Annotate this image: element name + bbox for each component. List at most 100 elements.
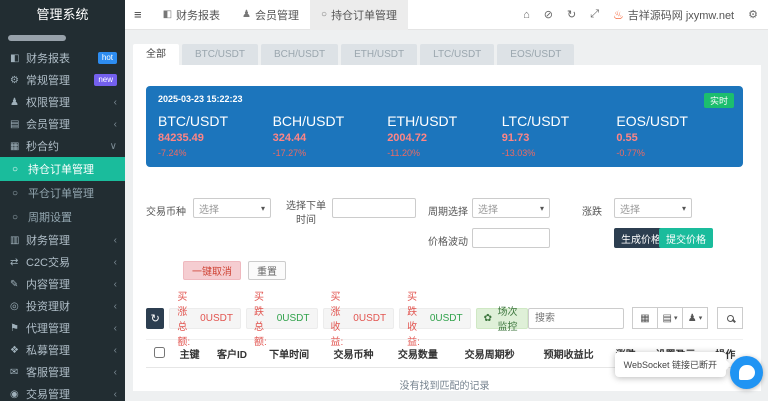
pair-name: BTC/USDT [158, 113, 273, 129]
grid-icon: ▦ [640, 313, 649, 324]
stat-value: 0USDT [277, 313, 310, 324]
stat-label: 买跌收益: [407, 288, 427, 348]
stat-value: 0USDT [200, 313, 233, 324]
sidebar-item-label: 投资理财 [26, 298, 114, 314]
new-badge: new [94, 74, 117, 86]
pair-name: LTC/USDT [502, 113, 617, 129]
tab-eth-usdt[interactable]: ETH/USDT [341, 44, 417, 65]
circle-icon: ○ [12, 188, 28, 199]
chat-bubble-icon [739, 365, 755, 380]
sidebar-item-content[interactable]: ✎ 内容管理 ‹ [0, 273, 125, 295]
hamburger-icon[interactable]: ≡ [134, 7, 142, 22]
money-icon: ▥ [10, 235, 26, 246]
sidebar-item-seconds-contract[interactable]: ▦ 秒合约 ∨ [0, 135, 125, 157]
refresh-icon[interactable]: ↻ [567, 8, 576, 21]
users-icon: ♟ [10, 97, 26, 108]
sidebar-item-trade-management[interactable]: ◉ 交易管理 ‹ [0, 383, 125, 401]
sidebar-item-label: 内容管理 [26, 276, 114, 292]
pair-price: 324.44 [273, 132, 388, 144]
tab-btc-usdt[interactable]: BTC/USDT [182, 44, 258, 65]
cycle-select[interactable]: 选择 ▾ [472, 198, 550, 218]
coin-select[interactable]: 选择 ▾ [193, 198, 271, 218]
top-navbar: ≡ ◧ 财务报表 ♟ 会员管理 ○ 持仓订单管理 ⌂ ⊘ ↻ ⤢ ♨ 吉祥源码网… [125, 0, 768, 30]
sidebar-item-agents[interactable]: ⚑ 代理管理 ‹ [0, 317, 125, 339]
order-time-input[interactable] [332, 198, 416, 218]
sidebar-item-investment[interactable]: ◎ 投资理财 ‹ [0, 295, 125, 317]
refresh-icon: ↻ [151, 312, 160, 325]
tab-bch-usdt[interactable]: BCH/USDT [261, 44, 338, 65]
submit-price-button[interactable]: 提交价格 [659, 228, 713, 248]
updown-filter-label: 涨跌 [582, 203, 602, 218]
session-monitor-button[interactable]: ✿ 场次监控 [476, 308, 528, 329]
diamond-icon: ❖ [10, 345, 26, 356]
live-badge: 实时 [704, 93, 734, 108]
stats-toolbar: ↻ 买涨总额: 0USDT 买跌总额: 0USDT 买涨收益: 0USDT [146, 307, 743, 329]
circle-icon: ○ [12, 212, 28, 223]
gear-icon[interactable]: ⚙ [748, 8, 758, 21]
tab-all[interactable]: 全部 [133, 44, 179, 65]
stat-label: 买涨收益: [331, 288, 351, 348]
search-input[interactable] [528, 308, 624, 329]
sidebar-item-open-orders[interactable]: ○ 持仓订单管理 [0, 157, 125, 181]
export-button[interactable]: ♟ ▾ [682, 307, 708, 329]
table-search-area: ▦ ▤ ▾ ♟ ▾ [528, 307, 743, 329]
caret-down-icon: ▾ [674, 314, 678, 322]
sidebar-item-closed-orders[interactable]: ○ 平仓订单管理 [0, 181, 125, 205]
flame-icon: ♨ [613, 8, 624, 22]
home-icon[interactable]: ⌂ [523, 9, 530, 21]
caret-down-icon: ▾ [540, 204, 544, 213]
caret-down-icon: ▾ [682, 204, 686, 213]
chevron-left-icon: ‹ [114, 257, 117, 268]
sidebar-item-permissions[interactable]: ♟ 权限管理 ‹ [0, 91, 125, 113]
caret-down-icon: ▾ [699, 314, 703, 322]
sidebar-item-private-equity[interactable]: ❖ 私募管理 ‹ [0, 339, 125, 361]
pair-price: 84235.49 [158, 132, 273, 144]
fullscreen-icon[interactable]: ⤢ [590, 8, 599, 21]
pair-name: ETH/USDT [387, 113, 502, 129]
cancel-all-button[interactable]: 一键取消 [183, 261, 241, 280]
cycle-select-value: 选择 [478, 201, 498, 216]
sidebar-item-general-settings[interactable]: ⚙ 常规管理 new [0, 69, 125, 91]
sidebar-item-finance[interactable]: ▥ 财务管理 ‹ [0, 229, 125, 251]
navtab-label: 会员管理 [255, 7, 299, 23]
brand-link[interactable]: ♨ 吉祥源码网 jxymw.net [613, 7, 734, 23]
navtab-label: 持仓订单管理 [331, 7, 397, 23]
grid-view-button[interactable]: ▦ [632, 307, 658, 329]
refresh-table-button[interactable]: ↻ [146, 308, 164, 329]
col-customer-id: 客户ID [207, 340, 257, 368]
sidebar-item-cycle-settings[interactable]: ○ 周期设置 [0, 205, 125, 229]
car-icon: ◧ [10, 53, 26, 64]
navbar-actions: ⌂ ⊘ ↻ ⤢ ♨ 吉祥源码网 jxymw.net ⚙ [523, 7, 758, 23]
updown-select[interactable]: 选择 ▾ [614, 198, 692, 218]
navtab-financial-report[interactable]: ◧ 财务报表 [152, 0, 231, 30]
navtab-members[interactable]: ♟ 会员管理 [231, 0, 310, 30]
sidebar-item-members[interactable]: ▤ 会员管理 ‹ [0, 113, 125, 135]
sidebar-item-c2c[interactable]: ⇄ C2C交易 ‹ [0, 251, 125, 273]
navtab-open-orders[interactable]: ○ 持仓订单管理 [310, 0, 408, 30]
columns-button[interactable]: ▤ ▾ [657, 307, 683, 329]
ticker-pair: BTC/USDT 84235.49 -7.24% [158, 113, 273, 158]
sidebar-item-financial-report[interactable]: ◧ 财务报表 hot [0, 47, 125, 69]
columns-icon: ▤ [663, 313, 672, 324]
pair-change: -13.03% [502, 148, 617, 158]
search-button[interactable] [717, 307, 743, 329]
select-all-checkbox[interactable] [154, 347, 165, 358]
tab-ltc-usdt[interactable]: LTC/USDT [420, 44, 494, 65]
fluctuation-input[interactable] [472, 228, 550, 248]
reset-button[interactable]: 重置 [248, 261, 286, 280]
monitor-button-label: 场次监控 [495, 303, 520, 333]
sidebar-item-customer-service[interactable]: ✉ 客服管理 ‹ [0, 361, 125, 383]
chevron-left-icon: ‹ [114, 345, 117, 356]
filter-form: 交易币种 选择 ▾ 选择下单时间 周期选择 选择 ▾ 涨跌 选择 [146, 198, 743, 250]
flag-icon: ⚑ [10, 323, 26, 334]
chat-widget-button[interactable] [730, 356, 763, 389]
sidebar-item-label: 会员管理 [26, 116, 114, 132]
circle-icon: ○ [12, 164, 28, 175]
chevron-left-icon: ‹ [114, 119, 117, 130]
chevron-left-icon: ‹ [114, 97, 117, 108]
seconds-contract-submenu: ○ 持仓订单管理 ○ 平仓订单管理 ○ 周期设置 [0, 157, 125, 229]
sidebar-item-label: C2C交易 [26, 254, 114, 270]
sidebar-item-label: 常规管理 [26, 72, 94, 88]
tab-eos-usdt[interactable]: EOS/USDT [497, 44, 574, 65]
trash-icon[interactable]: ⊘ [544, 8, 553, 21]
